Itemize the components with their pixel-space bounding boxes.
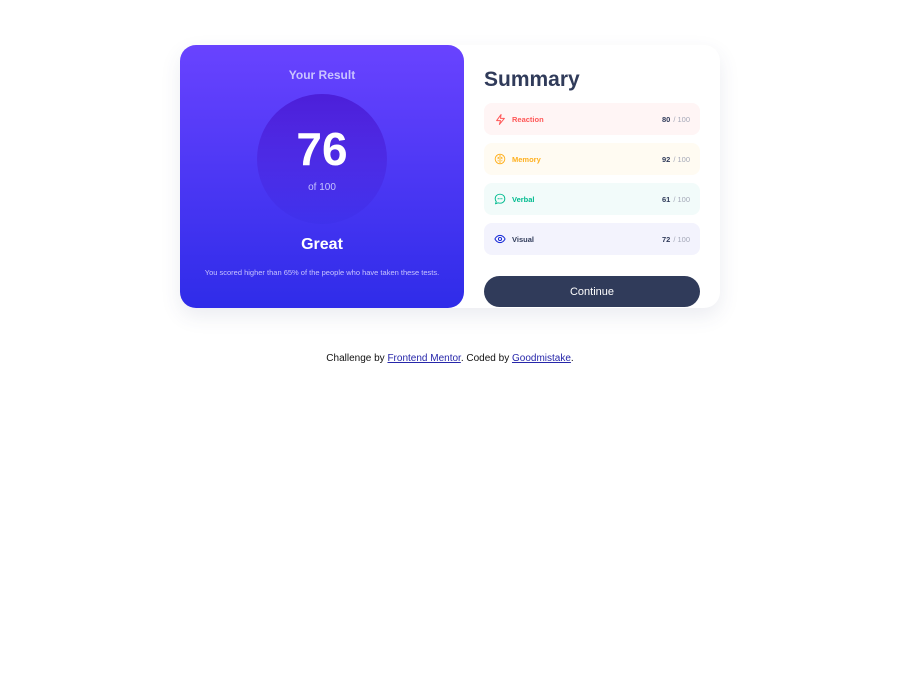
summary-panel: Summary Reaction 80 / 100 Memory 92 / 10… <box>464 45 720 308</box>
summary-item-value: 92 <box>661 154 671 164</box>
summary-item-value: 80 <box>661 114 671 124</box>
footer-middle: . Coded by <box>460 353 512 364</box>
author-link[interactable]: Goodmistake <box>512 353 571 364</box>
summary-item-label: Visual <box>512 234 534 244</box>
score-max: of 100 <box>308 182 336 193</box>
summary-title: Summary <box>484 68 580 91</box>
summary-item-verbal: Verbal 61 / 100 <box>484 183 700 215</box>
summary-item-value: 72 <box>661 234 671 244</box>
lightning-icon <box>494 113 506 125</box>
summary-item-max: / 100 <box>673 154 690 164</box>
continue-button[interactable]: Continue <box>484 276 700 307</box>
summary-item-value: 61 <box>661 194 671 204</box>
summary-item-max: / 100 <box>673 114 690 124</box>
summary-item-max: / 100 <box>673 234 690 244</box>
summary-item-visual: Visual 72 / 100 <box>484 223 700 255</box>
attribution-footer: Challenge by Frontend Mentor. Coded by G… <box>0 353 900 364</box>
chat-bubble-icon <box>494 193 506 205</box>
frontend-mentor-link[interactable]: Frontend Mentor <box>387 353 460 364</box>
score-value: 76 <box>296 123 348 175</box>
summary-list: Reaction 80 / 100 Memory 92 / 100 Verbal… <box>484 103 700 263</box>
result-panel: Your Result 76 of 100 Great You scored h… <box>180 45 464 308</box>
summary-item-max: / 100 <box>673 194 690 204</box>
footer-prefix: Challenge by <box>326 353 388 364</box>
grade-description: You scored higher than 65% of the people… <box>204 268 440 277</box>
summary-item-label: Memory <box>512 154 541 164</box>
summary-item-memory: Memory 92 / 100 <box>484 143 700 175</box>
eye-icon <box>494 233 506 245</box>
brain-icon <box>494 153 506 165</box>
result-title: Your Result <box>288 68 356 82</box>
summary-item-label: Verbal <box>512 194 535 204</box>
summary-item-reaction: Reaction 80 / 100 <box>484 103 700 135</box>
score-circle: 76 of 100 <box>257 94 387 224</box>
grade-label: Great <box>301 236 343 253</box>
summary-item-label: Reaction <box>512 114 544 124</box>
footer-suffix: . <box>570 353 574 364</box>
results-card: Your Result 76 of 100 Great You scored h… <box>180 45 720 308</box>
